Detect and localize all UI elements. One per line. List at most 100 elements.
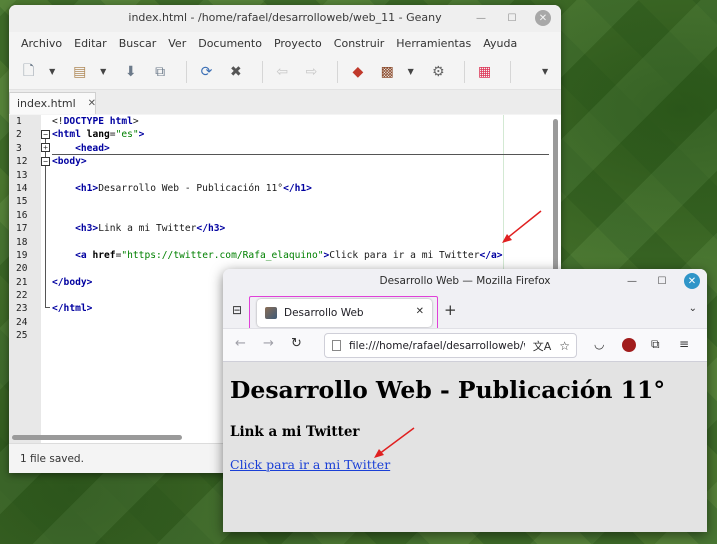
execute-button[interactable]: ⚙	[427, 60, 450, 84]
menu-buscar[interactable]: Buscar	[113, 37, 163, 50]
chevron-down-icon[interactable]: ⌄	[689, 303, 697, 314]
a-close-tag: </a>	[479, 249, 503, 261]
build-button[interactable]: ▩	[376, 60, 399, 84]
compile-button[interactable]: ◆	[346, 60, 369, 84]
navigate-forward-button[interactable]: ⇨	[300, 60, 323, 84]
status-message: 1 file saved.	[20, 452, 84, 465]
toolbar-separator	[261, 60, 263, 83]
color-chooser-icon: ▦	[477, 63, 492, 80]
h1-text: Desarrollo Web - Publicación 11°	[98, 182, 284, 194]
maximize-icon[interactable]: ☐	[654, 273, 670, 289]
close-tab-icon[interactable]: ✕	[88, 98, 96, 109]
h3-open-tag: <h3>	[75, 223, 99, 235]
open-file-button[interactable]: ▤	[68, 60, 91, 84]
fold-collapse-icon[interactable]: −	[41, 157, 50, 166]
firefox-titlebar[interactable]: Desarrollo Web — Mozilla Firefox — ☐ ✕	[223, 269, 707, 294]
build-dropdown[interactable]: ▼	[405, 60, 417, 84]
minimize-icon[interactable]: —	[624, 273, 640, 289]
html-close-tag: </html>	[52, 303, 93, 315]
line-number: 21	[16, 276, 28, 288]
tab-label: index.html	[17, 97, 76, 110]
menu-ayuda[interactable]: Ayuda	[477, 37, 523, 50]
minimize-icon[interactable]: —	[473, 10, 489, 26]
doctype-open: <!	[52, 116, 64, 127]
reload-file-button[interactable]: ⟳	[195, 60, 218, 84]
h3-text: Link a mi Twitter	[98, 223, 197, 235]
new-file-button[interactable]: 🗋	[17, 60, 40, 84]
close-file-icon: ✖	[229, 63, 242, 80]
close-icon[interactable]: ✕	[684, 273, 700, 289]
forward-arrow-icon[interactable]: →	[263, 336, 274, 351]
href-attr: href	[86, 249, 116, 261]
menu-herramientas[interactable]: Herramientas	[390, 37, 477, 50]
toolbar-separator	[185, 60, 187, 83]
close-icon[interactable]: ✕	[535, 10, 551, 26]
color-chooser-button[interactable]: ▦	[473, 60, 496, 84]
pocket-icon[interactable]: ◡	[594, 337, 604, 351]
chevron-down-icon: ▼	[407, 67, 414, 76]
a-open-tag: <a	[75, 249, 87, 261]
translate-icon[interactable]: 文A	[533, 338, 552, 354]
menu-documento[interactable]: Documento	[192, 37, 268, 50]
open-file-dropdown[interactable]: ▼	[97, 60, 109, 84]
menu-proyecto[interactable]: Proyecto	[268, 37, 328, 50]
doctype-close: >	[132, 116, 139, 127]
body-close-tag: </body>	[52, 276, 93, 288]
save-all-icon: ⧉	[155, 63, 166, 80]
extensions-icon[interactable]: ⧉	[651, 337, 660, 352]
firefox-window[interactable]: Desarrollo Web — Mozilla Firefox — ☐ ✕ ⊟…	[223, 269, 707, 532]
save-all-button[interactable]: ⧉	[148, 60, 171, 84]
navigate-back-icon: ⇦	[276, 63, 289, 80]
new-file-icon: 🗋	[23, 62, 35, 79]
html-open-tag: <html	[52, 129, 81, 141]
toolbar-separator	[337, 60, 339, 83]
save-icon: ⬇	[124, 63, 137, 80]
chevron-down-icon: ▼	[49, 67, 56, 76]
fold-line	[45, 166, 46, 308]
geany-menubar: Archivo Editar Buscar Ver Documento Proy…	[9, 32, 561, 54]
menu-ver[interactable]: Ver	[162, 37, 192, 50]
navigate-forward-icon: ⇨	[305, 63, 318, 80]
maximize-icon[interactable]: ☐	[504, 10, 520, 26]
ublock-icon[interactable]	[622, 338, 636, 352]
navigate-back-button[interactable]: ⇦	[270, 60, 293, 84]
line-number: 25	[16, 330, 28, 342]
fold-collapse-icon[interactable]: −	[41, 130, 50, 139]
line-number: 15	[16, 196, 28, 208]
firefox-tabbar: ⊟ Desarrollo Web ✕ + ⌄	[223, 294, 707, 331]
line-number: 19	[16, 249, 28, 261]
horizontal-scrollbar[interactable]	[12, 435, 182, 440]
line-number: 14	[16, 182, 28, 194]
link-text: Click para ir a mi Twitter	[329, 249, 480, 261]
new-file-dropdown[interactable]: ▼	[46, 60, 58, 84]
fold-margin: − + −	[41, 115, 51, 443]
open-file-icon: ▤	[73, 63, 87, 80]
line-number: 3	[16, 142, 22, 154]
menu-archivo[interactable]: Archivo	[15, 37, 68, 50]
list-all-tabs-icon[interactable]: ⊟	[232, 303, 242, 317]
toolbar-overflow-dropdown[interactable]: ▼	[539, 60, 551, 84]
close-file-button[interactable]: ✖	[224, 60, 247, 84]
page-subheading: Link a mi Twitter	[230, 424, 360, 440]
menu-construir[interactable]: Construir	[328, 37, 391, 50]
line-number: 23	[16, 303, 28, 315]
bookmark-star-icon[interactable]: ☆	[559, 339, 570, 353]
geany-titlebar[interactable]: index.html - /home/rafael/desarrolloweb/…	[9, 5, 561, 32]
new-tab-icon[interactable]: +	[444, 301, 457, 319]
h3-close-tag: </h3>	[196, 223, 226, 235]
hamburger-menu-icon[interactable]: ≡	[679, 337, 689, 351]
url-bar[interactable]: file:///home/rafael/desarrolloweb/w 文A ☆	[324, 333, 577, 358]
url-text[interactable]: file:///home/rafael/desarrolloweb/w	[349, 340, 525, 352]
page-content: Desarrollo Web - Publicación 11° Link a …	[223, 362, 707, 532]
line-number: 20	[16, 263, 28, 275]
menu-editar[interactable]: Editar	[68, 37, 113, 50]
twitter-link[interactable]: Click para ir a mi Twitter	[230, 457, 390, 472]
line-number: 2	[16, 129, 22, 141]
save-button[interactable]: ⬇	[119, 60, 142, 84]
fold-expand-icon[interactable]: +	[41, 143, 50, 152]
toolbar-separator	[510, 60, 512, 83]
reload-icon[interactable]: ↻	[291, 336, 302, 351]
tab-index-html[interactable]: index.html ✕	[9, 92, 96, 114]
lang-value: "es"	[115, 129, 139, 141]
back-arrow-icon[interactable]: ←	[235, 336, 246, 351]
